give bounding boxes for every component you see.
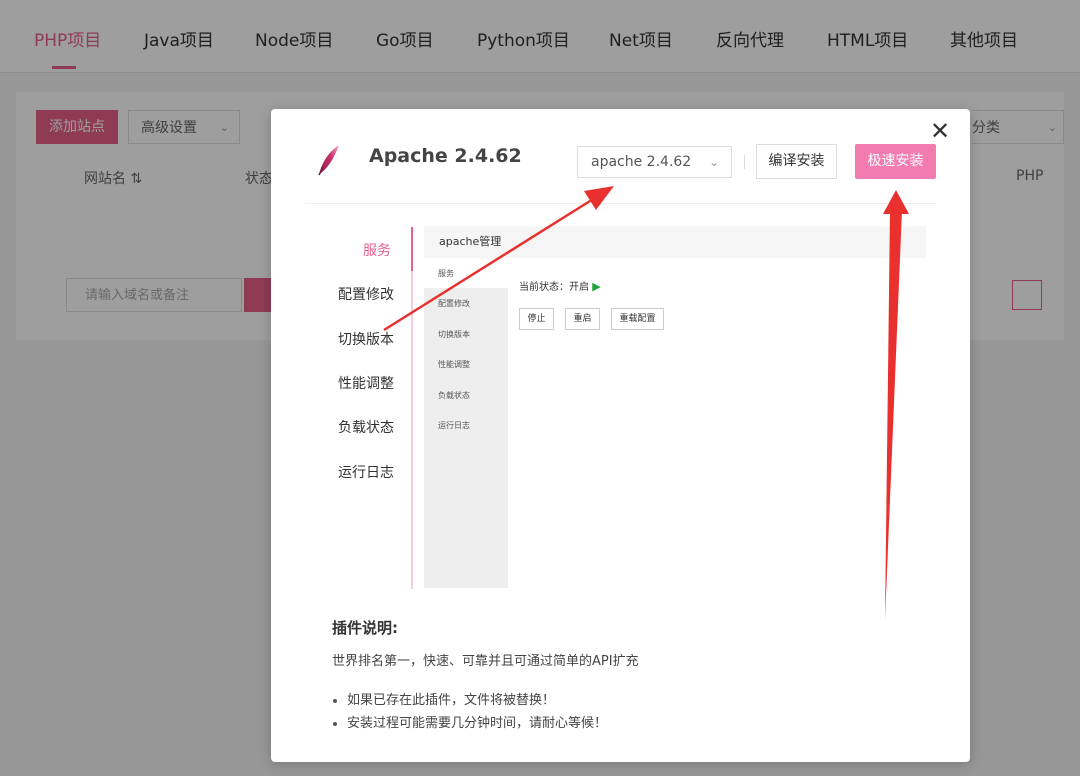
version-select[interactable]: apache 2.4.62 ⌄	[577, 146, 732, 178]
preview-side-item: 切换版本	[438, 330, 470, 339]
install-note: 如果已存在此插件，文件将被替换！	[333, 689, 555, 708]
install-note-text: 安装过程可能需要几分钟时间，请耐心等候！	[347, 716, 608, 731]
header-divider	[305, 203, 936, 204]
compile-install-button[interactable]: 编译安装	[756, 144, 837, 179]
preview-side-active	[424, 258, 508, 288]
bullet-icon	[333, 721, 337, 726]
preview-reload-button: 重载配置	[611, 308, 664, 330]
preview-side-item: 服务	[438, 269, 454, 278]
apache-feather-icon	[318, 145, 339, 176]
fast-install-button[interactable]: 极速安装	[855, 144, 936, 179]
preview-side-item: 运行日志	[438, 421, 470, 430]
preview-side-item: 性能调整	[438, 360, 470, 369]
preview-side-nav: 服务 配置修改 切换版本 性能调整 负载状态 运行日志	[424, 258, 508, 588]
dialog-title: Apache 2.4.62	[369, 145, 522, 167]
side-item-config[interactable]: 配置修改	[338, 284, 428, 304]
close-icon[interactable]: ✕	[928, 119, 952, 143]
install-plugin-dialog: ✕ Apache 2.4.62 apache 2.4.62 ⌄ 编译安装 极速安…	[271, 109, 970, 762]
description-title: 插件说明:	[332, 619, 398, 637]
side-item-load-status[interactable]: 负载状态	[338, 417, 428, 437]
divider	[744, 155, 745, 169]
install-note-text: 如果已存在此插件，文件将被替换！	[347, 693, 556, 708]
version-selected-value: apache 2.4.62	[591, 154, 692, 170]
side-item-performance[interactable]: 性能调整	[338, 373, 428, 393]
play-icon: ▶	[592, 280, 601, 293]
side-nav-rail	[411, 227, 413, 589]
preview-side-item: 负载状态	[438, 391, 470, 400]
preview-status: 当前状态：开启 ▶	[519, 278, 601, 293]
description-text: 世界排名第一，快速、可靠并且可通过简单的API扩充	[332, 654, 639, 669]
chevron-down-icon: ⌄	[708, 155, 719, 169]
preview-stop-button: 停止	[519, 308, 554, 330]
preview-header: apache管理	[424, 226, 926, 258]
preview-side-item: 配置修改	[438, 299, 470, 308]
preview-restart-button: 重启	[565, 308, 600, 330]
bullet-icon	[333, 698, 337, 703]
side-item-run-log[interactable]: 运行日志	[338, 462, 428, 482]
install-note: 安装过程可能需要几分钟时间，请耐心等候！	[333, 712, 607, 731]
side-item-switch-version[interactable]: 切换版本	[338, 329, 428, 349]
preview-status-label: 当前状态：开启	[519, 282, 589, 293]
